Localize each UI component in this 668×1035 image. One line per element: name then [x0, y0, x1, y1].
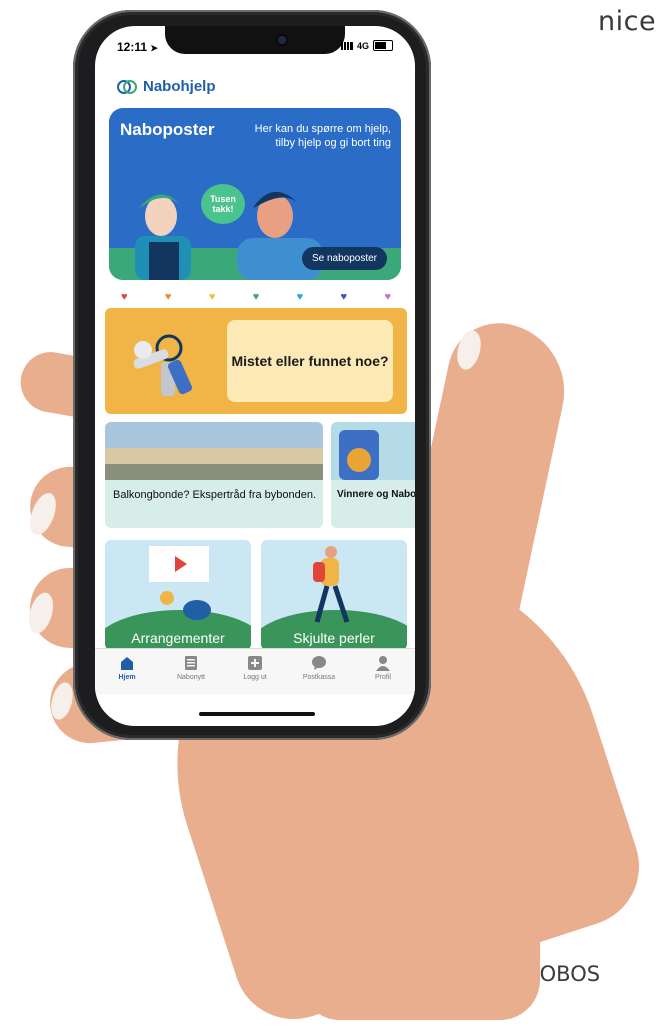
heart-icon: ♥	[208, 291, 216, 303]
heart-icon: ♥	[252, 291, 260, 303]
heart-icon: ♥	[384, 291, 391, 303]
chat-icon	[312, 656, 326, 670]
app-name: Nabohjelp	[143, 78, 216, 95]
lost-found-text: Mistet eller funnet noe?	[227, 320, 393, 402]
hidden-gems-label: Skjulte perler	[293, 630, 375, 646]
home-icon	[121, 657, 133, 670]
tab-label: Nabonytt	[176, 674, 206, 681]
tab-postkassa[interactable]: Postkassa	[294, 655, 344, 681]
hearts-row: ♥ ♥ ♥ ♥ ♥ ♥ ♥	[121, 291, 391, 303]
article-title: Vinnere og Nabohjelpla	[337, 489, 415, 500]
tab-label: Hjem	[118, 674, 136, 681]
nabohjelp-logo-icon	[117, 79, 137, 94]
plus-icon	[248, 656, 262, 670]
caption-text: nice	[598, 6, 657, 37]
events-tile[interactable]: Arrangementer	[105, 540, 251, 650]
notch	[165, 26, 345, 54]
heart-icon: ♥	[121, 291, 128, 303]
see-naboposter-button[interactable]: Se naboposter	[301, 247, 387, 270]
tab-home[interactable]: Hjem	[102, 655, 152, 681]
tab-profile[interactable]: Profil	[358, 655, 408, 681]
tab-logout[interactable]: Logg ut	[230, 655, 280, 681]
heart-icon: ♥	[340, 291, 348, 303]
naboposter-card[interactable]: Naboposter Her kan du spørre om hjelp, t…	[109, 108, 401, 280]
location-arrow-icon: ➤	[150, 43, 158, 53]
lost-found-card[interactable]: Mistet eller funnet noe?	[105, 308, 407, 414]
keys-illustration	[133, 334, 193, 396]
tab-bar: Hjem Nabonytt Logg ut Postkassa Profil	[95, 648, 415, 694]
news-icon	[185, 656, 197, 670]
article-card-winners[interactable]: Vinnere og Nabohjelpla	[331, 422, 415, 528]
signal-icon	[340, 41, 353, 50]
events-label: Arrangementer	[131, 630, 225, 646]
status-time: 12:11 ➤	[117, 40, 158, 54]
time-text: 12:11	[117, 40, 148, 54]
article-image	[105, 422, 323, 480]
app-header: Nabohjelp	[117, 78, 216, 95]
home-indicator	[199, 712, 315, 716]
tab-label: Profil	[375, 674, 391, 681]
tab-label: Logg ut	[243, 674, 267, 681]
tab-label: Postkassa	[302, 674, 336, 681]
phone-screen: 12:11 ➤ 4G Nabohjelp Naboposter Her kan …	[95, 26, 415, 726]
article-card-balcony[interactable]: Balkongbonde? Ekspertråd fra bybonden.	[105, 422, 323, 528]
status-indicators: 4G	[340, 40, 393, 51]
thanks-speech-bubble: Tusen takk!	[201, 184, 245, 224]
heart-icon: ♥	[296, 291, 304, 303]
article-image	[331, 422, 415, 480]
battery-icon	[373, 40, 393, 51]
person-icon	[376, 656, 390, 671]
article-title: Balkongbonde? Ekspertråd fra bybonden.	[113, 489, 317, 501]
camera-dot	[278, 36, 286, 44]
heart-icon: ♥	[164, 291, 172, 303]
network-label: 4G	[356, 40, 369, 51]
phone-coin-illustration	[339, 430, 379, 480]
tab-nabonytt[interactable]: Nabonytt	[166, 655, 216, 681]
hidden-gems-tile[interactable]: Skjulte perler	[261, 540, 407, 650]
